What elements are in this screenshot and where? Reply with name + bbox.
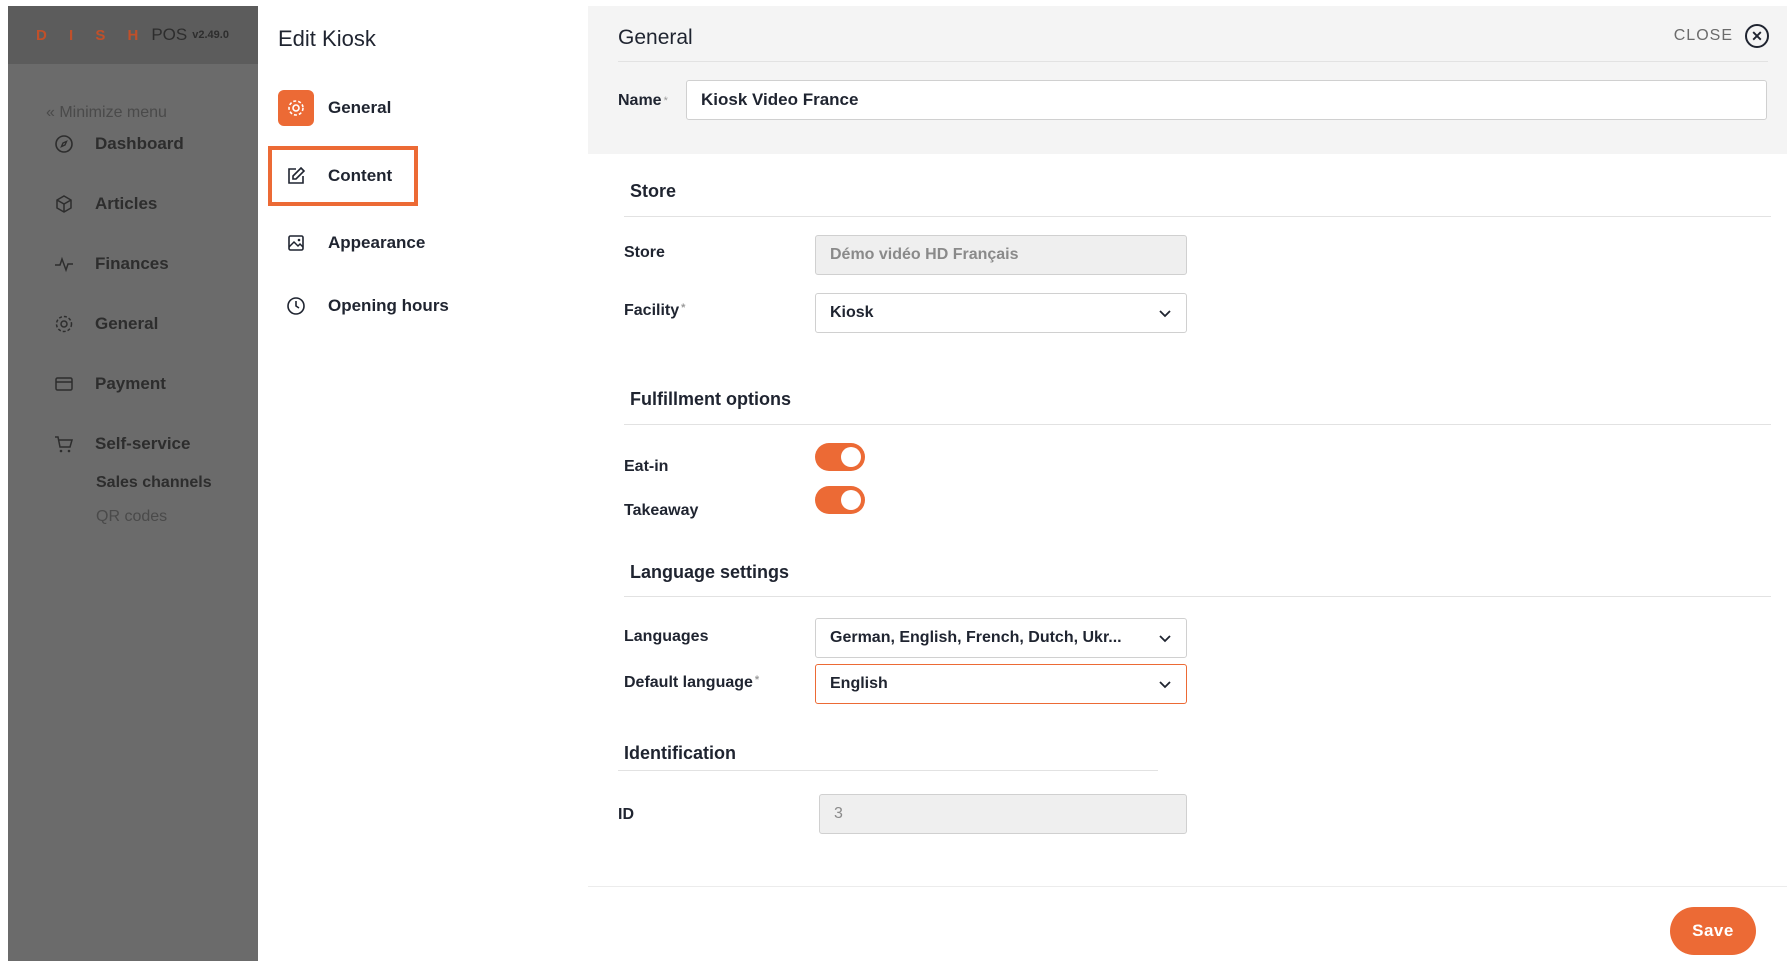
facility-value: Kiosk <box>830 304 874 321</box>
fulfillment-heading: Fulfillment options <box>630 389 791 409</box>
sidebar-item-general[interactable]: General <box>53 313 158 335</box>
id-label: ID <box>618 806 634 823</box>
edit-nav-label: Appearance <box>328 233 426 252</box>
divider <box>618 61 1768 62</box>
edit-nav-label: Content <box>328 166 393 185</box>
facility-select[interactable]: Kiosk <box>815 293 1187 333</box>
close-label: CLOSE <box>1673 27 1733 44</box>
image-icon <box>278 225 314 261</box>
toggle-knob <box>841 490 861 510</box>
facility-label: Facility <box>624 302 680 319</box>
sidebar-item-label: General <box>95 314 159 333</box>
sidebar-item-label: Articles <box>95 194 158 213</box>
sidebar-item-dashboard[interactable]: Dashboard <box>53 133 184 155</box>
sidebar-item-articles[interactable]: Articles <box>53 193 157 215</box>
app-window: D I S H POS v2.49.0 « Minimize menu Dash… <box>0 0 1787 961</box>
divider <box>624 424 1771 425</box>
gear-icon <box>278 90 314 126</box>
takeaway-toggle[interactable] <box>815 486 865 514</box>
default-language-select[interactable]: English <box>815 664 1187 704</box>
chevron-down-icon <box>1159 681 1171 689</box>
sidebar-item-self-service[interactable]: Self-service <box>53 433 190 455</box>
form-title: General <box>618 26 693 49</box>
edit-panel-title: Edit Kiosk <box>278 26 376 51</box>
brand-product: POS <box>151 25 188 44</box>
required-marker: * <box>663 95 668 107</box>
form-header: General CLOSE ✕ Name * Kiosk Video France <box>588 6 1787 154</box>
default-language-value: English <box>830 675 888 692</box>
edit-nav-opening-hours[interactable]: Opening hours <box>278 286 449 326</box>
sidebar-item-payment[interactable]: Payment <box>53 373 166 395</box>
takeaway-label: Takeaway <box>624 502 699 519</box>
sidebar-item-label: Dashboard <box>95 134 184 153</box>
sidebar-item-label: Payment <box>95 374 166 393</box>
eat-in-toggle[interactable] <box>815 443 865 471</box>
required-marker: * <box>754 674 760 686</box>
eat-in-label: Eat-in <box>624 458 669 475</box>
main-form: General CLOSE ✕ Name * Kiosk Video France… <box>588 6 1787 961</box>
default-language-label: Default language <box>624 674 753 691</box>
edit-icon <box>278 158 314 194</box>
brand-logo: D I S H POS v2.49.0 <box>8 6 258 64</box>
chevron-down-icon <box>1159 310 1171 318</box>
id-field: 3 <box>819 794 1187 834</box>
identification-heading: Identification <box>624 743 736 763</box>
divider <box>624 216 1771 217</box>
sidebar-item-label: Self-service <box>95 434 191 453</box>
divider <box>618 770 1158 771</box>
save-button[interactable]: Save <box>1670 907 1756 955</box>
name-label-wrap: Name * <box>618 92 668 110</box>
chevron-down-icon <box>1159 635 1171 643</box>
minimize-menu-button[interactable]: « Minimize menu <box>46 104 167 122</box>
sidebar-subitem-sales-channels[interactable]: Sales channels <box>96 474 212 492</box>
default-language-label-wrap: Default language * <box>624 674 759 692</box>
id-value: 3 <box>834 805 843 822</box>
sidebar-subitem-qr-codes[interactable]: QR codes <box>96 508 167 526</box>
clock-icon <box>278 288 314 324</box>
close-icon: ✕ <box>1745 24 1769 48</box>
store-value: Démo vidéo HD Français <box>830 246 1019 263</box>
languages-value: German, English, French, Dutch, Ukr... <box>830 629 1122 646</box>
edit-nav-label: General <box>328 98 392 117</box>
store-field: Démo vidéo HD Français <box>815 235 1187 275</box>
store-heading: Store <box>630 181 677 201</box>
edit-nav-label: Opening hours <box>328 296 449 315</box>
cart-icon <box>53 433 75 455</box>
box-icon <box>53 193 75 215</box>
name-input[interactable]: Kiosk Video France <box>686 80 1767 120</box>
compass-icon <box>53 133 75 155</box>
brand-name: D I S H <box>36 26 148 44</box>
name-label: Name <box>618 92 662 109</box>
pulse-icon <box>53 253 75 275</box>
store-label: Store <box>624 244 665 261</box>
app-version: v2.49.0 <box>192 29 229 41</box>
edit-nav-appearance[interactable]: Appearance <box>278 223 425 263</box>
divider <box>624 596 1771 597</box>
languages-select[interactable]: German, English, French, Dutch, Ukr... <box>815 618 1187 658</box>
sidebar-item-finances[interactable]: Finances <box>53 253 169 275</box>
gear-icon <box>53 313 75 335</box>
facility-label-wrap: Facility * <box>624 302 685 320</box>
close-button[interactable]: CLOSE ✕ <box>1674 24 1769 48</box>
toggle-knob <box>841 447 861 467</box>
language-heading: Language settings <box>630 562 790 582</box>
app-sidebar: D I S H POS v2.49.0 « Minimize menu Dash… <box>8 6 258 961</box>
sidebar-item-label: Finances <box>95 254 169 273</box>
languages-label: Languages <box>624 628 709 645</box>
edit-nav-general[interactable]: General <box>278 88 391 128</box>
edit-kiosk-panel: Edit Kiosk General Content Appearance Op <box>258 6 588 961</box>
form-footer: Save <box>588 886 1787 961</box>
card-icon <box>53 373 75 395</box>
edit-nav-content[interactable]: Content <box>278 156 392 196</box>
required-marker: * <box>681 302 686 314</box>
